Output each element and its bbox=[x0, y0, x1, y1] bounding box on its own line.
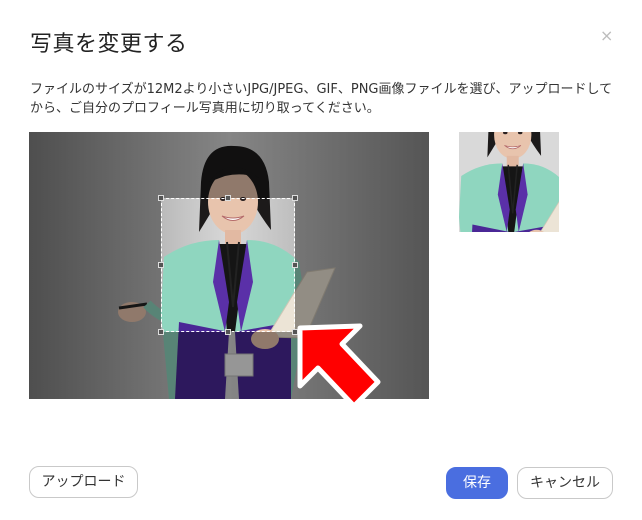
crop-handle-left[interactable] bbox=[158, 262, 164, 268]
close-icon[interactable]: × bbox=[600, 28, 613, 44]
save-button[interactable]: 保存 bbox=[446, 467, 508, 499]
crop-preview bbox=[459, 132, 559, 232]
crop-handle-top-right[interactable] bbox=[292, 195, 298, 201]
crop-handle-bottom[interactable] bbox=[225, 329, 231, 335]
red-arrow-icon bbox=[297, 323, 381, 409]
upload-button[interactable]: アップロード bbox=[29, 466, 138, 498]
crop-handle-bottom-left[interactable] bbox=[158, 329, 164, 335]
crop-handle-top[interactable] bbox=[225, 195, 231, 201]
crop-selection-box[interactable] bbox=[158, 195, 298, 335]
crop-handle-top-left[interactable] bbox=[158, 195, 164, 201]
upload-instructions: ファイルのサイズが12M2より小さいJPG/JPEG、GIF、PNG画像ファイル… bbox=[30, 82, 613, 116]
cancel-button[interactable]: キャンセル bbox=[517, 467, 613, 499]
preview-image bbox=[459, 132, 559, 232]
crop-handle-right[interactable] bbox=[292, 262, 298, 268]
dialog-title: 写真を変更する bbox=[30, 32, 188, 57]
change-photo-dialog: 写真を変更する × ファイルのサイズが12M2より小さいJPG/JPEG、GIF… bbox=[0, 0, 642, 520]
